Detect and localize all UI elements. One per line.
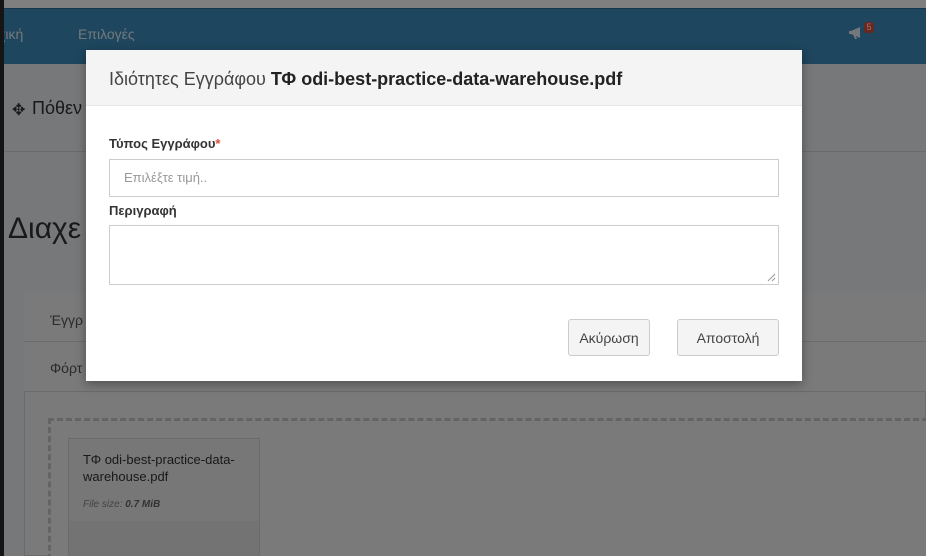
document-type-placeholder: Επιλέξτε τιμή..	[124, 170, 208, 185]
modal-header: Ιδιότητες Εγγράφου ΤΦ odi-best-practice-…	[86, 50, 802, 106]
description-textarea[interactable]	[109, 225, 779, 285]
required-marker: *	[215, 136, 221, 151]
resize-grip-icon[interactable]	[766, 272, 776, 282]
document-type-label: Τύπος Εγγράφου*	[109, 136, 220, 151]
modal-title-prefix: Ιδιότητες Εγγράφου	[109, 69, 266, 89]
modal-title: Ιδιότητες Εγγράφου ΤΦ odi-best-practice-…	[109, 69, 622, 90]
submit-button[interactable]: Αποστολή	[677, 319, 779, 356]
modal-title-filename: ΤΦ odi-best-practice-data-warehouse.pdf	[270, 69, 623, 89]
document-properties-dialog: Ιδιότητες Εγγράφου ΤΦ odi-best-practice-…	[86, 50, 802, 381]
document-type-select[interactable]: Επιλέξτε τιμή..	[109, 159, 779, 197]
description-label: Περιγραφή	[109, 203, 177, 218]
document-type-label-text: Τύπος Εγγράφου	[109, 136, 216, 151]
cancel-button[interactable]: Ακύρωση	[568, 319, 650, 356]
